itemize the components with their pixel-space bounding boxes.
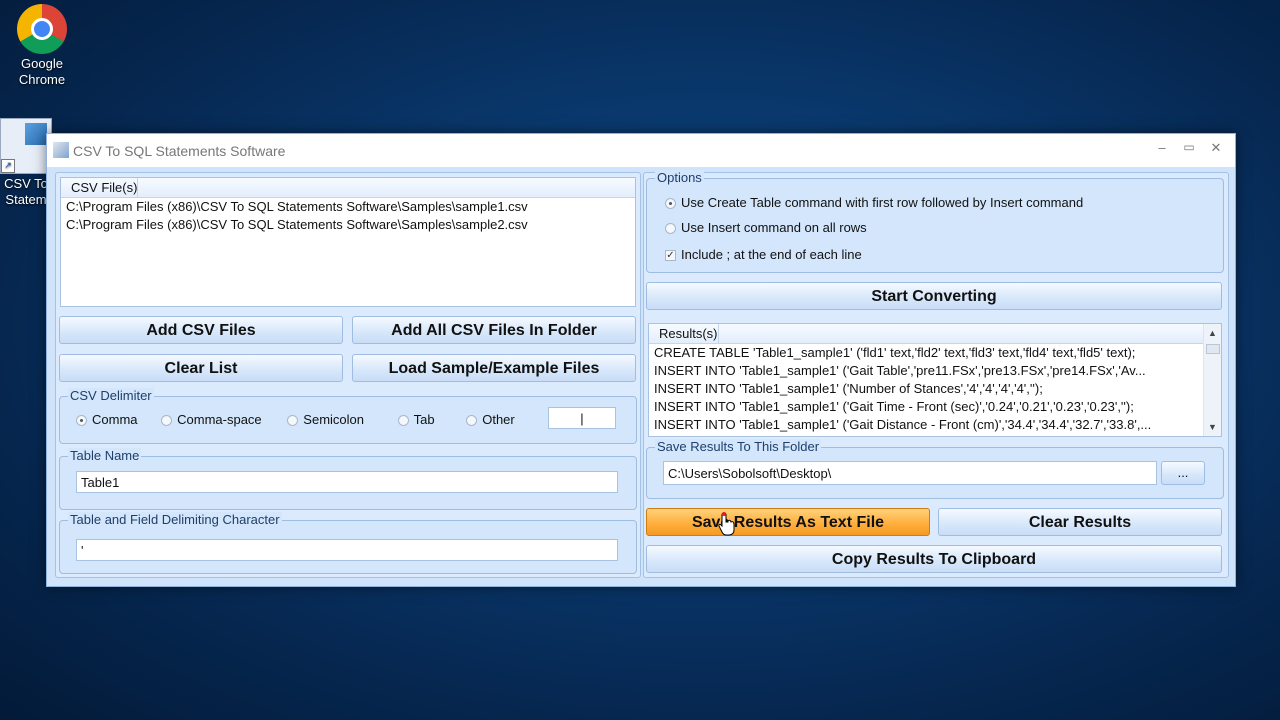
radio-label: Comma (92, 412, 138, 427)
radio-icon (665, 223, 676, 235)
field-delimiting-legend: Table and Field Delimiting Character (68, 512, 282, 527)
result-line[interactable]: INSERT INTO 'Table1_sample1' ('Gait Time… (649, 398, 1221, 416)
desktop-icon-label: Statem (5, 192, 47, 207)
radio-label: Use Create Table command with first row … (681, 195, 1084, 210)
radio-selected-icon (665, 198, 676, 210)
browse-folder-button[interactable]: ... (1161, 461, 1205, 485)
radio-icon (466, 415, 478, 427)
scroll-thumb[interactable] (1206, 344, 1220, 354)
radio-icon (161, 415, 173, 427)
radio-icon (397, 415, 409, 427)
scroll-up-icon[interactable]: ▲ (1208, 328, 1217, 338)
result-line[interactable]: CREATE TABLE 'Table1_sample1' ('fld1' te… (649, 344, 1221, 362)
results-scrollbar[interactable]: ▲ ▼ (1203, 324, 1221, 436)
scroll-down-icon[interactable]: ▼ (1208, 422, 1217, 432)
result-line[interactable]: INSERT INTO 'Table1_sample1' ('Number of… (649, 380, 1221, 398)
results-list[interactable]: Results(s) CREATE TABLE 'Table1_sample1'… (648, 323, 1222, 437)
delimiter-other-radio[interactable]: Other (466, 412, 515, 427)
delimiter-semicolon-radio[interactable]: Semicolon (287, 412, 364, 427)
window-title: CSV To SQL Statements Software (73, 143, 286, 159)
csv-file-list[interactable]: CSV File(s) C:\Program Files (x86)\CSV T… (60, 177, 636, 307)
desktop-icon-label: Chrome (18, 72, 66, 87)
radio-label: Comma-space (177, 412, 262, 427)
minimize-button[interactable]: – (1152, 140, 1172, 155)
delimiter-comma-radio[interactable]: Comma (76, 412, 138, 427)
csv-delimiter-legend: CSV Delimiter (68, 388, 154, 403)
add-csv-files-button[interactable]: Add CSV Files (59, 316, 343, 344)
options-group: Options Use Create Table command with fi… (646, 170, 1224, 273)
csv-delimiter-group: CSV Delimiter Comma Comma-space Semicolo… (59, 388, 637, 444)
app-title-icon (53, 142, 69, 158)
radio-selected-icon (76, 415, 87, 427)
save-folder-group: Save Results To This Folder C:\Users\Sob… (646, 439, 1224, 499)
copy-results-button[interactable]: Copy Results To Clipboard (646, 545, 1222, 573)
field-delimiting-group: Table and Field Delimiting Character ' (59, 512, 637, 574)
radio-icon (287, 415, 299, 427)
maximize-button[interactable]: ▭ (1179, 140, 1199, 154)
radio-label: Semicolon (303, 412, 364, 427)
clear-list-button[interactable]: Clear List (59, 354, 343, 382)
checkbox-label: Include ; at the end of each line (681, 247, 862, 262)
radio-label: Use Insert command on all rows (681, 220, 867, 235)
chrome-logo-icon (17, 4, 67, 54)
desktop-icon-label: CSV To (4, 176, 48, 191)
desktop-icon-chrome[interactable]: Google Chrome (6, 0, 78, 88)
include-semicolon-checkbox[interactable]: ✓ Include ; at the end of each line (665, 247, 862, 262)
add-all-csv-files-button[interactable]: Add All CSV Files In Folder (352, 316, 636, 344)
radio-label: Other (482, 412, 515, 427)
app-window: CSV To SQL Statements Software – ▭ ✕ CSV… (46, 133, 1236, 587)
desktop-icon-label: Google (21, 56, 63, 71)
create-table-radio[interactable]: Use Create Table command with first row … (665, 195, 1083, 210)
title-bar[interactable]: CSV To SQL Statements Software – ▭ ✕ (47, 134, 1235, 167)
start-converting-button[interactable]: Start Converting (646, 282, 1222, 310)
delimiter-comma-space-radio[interactable]: Comma-space (161, 412, 262, 427)
table-name-group: Table Name Table1 (59, 448, 637, 510)
csv-file-list-header[interactable]: CSV File(s) (61, 178, 635, 198)
desktop-icon-csv-to-sql[interactable]: ↗ CSV To Statem (0, 118, 52, 208)
save-folder-legend: Save Results To This Folder (655, 439, 822, 454)
shortcut-arrow-icon: ↗ (1, 159, 15, 173)
options-legend: Options (655, 170, 704, 185)
other-delimiter-input[interactable]: | (548, 407, 616, 429)
result-line[interactable]: INSERT INTO 'Table1_sample1' ('Gait Dist… (649, 416, 1221, 434)
radio-label: Tab (413, 412, 435, 427)
insert-only-radio[interactable]: Use Insert command on all rows (665, 220, 867, 235)
hand-cursor-icon (718, 512, 735, 536)
field-delimiting-input[interactable]: ' (76, 539, 618, 561)
list-item[interactable]: C:\Program Files (x86)\CSV To SQL Statem… (61, 216, 635, 234)
csv-to-sql-app-icon: ↗ (0, 118, 52, 174)
save-folder-input[interactable]: C:\Users\Sobolsoft\Desktop\ (663, 461, 1157, 485)
list-item[interactable]: C:\Program Files (x86)\CSV To SQL Statem… (61, 198, 635, 216)
save-results-button[interactable]: Save Results As Text File (646, 508, 930, 536)
clear-results-button[interactable]: Clear Results (938, 508, 1222, 536)
close-button[interactable]: ✕ (1206, 140, 1226, 156)
results-list-header[interactable]: Results(s) (649, 324, 1204, 344)
table-name-input[interactable]: Table1 (76, 471, 618, 493)
delimiter-tab-radio[interactable]: Tab (397, 412, 435, 427)
left-panel: CSV File(s) C:\Program Files (x86)\CSV T… (55, 172, 641, 578)
delimiter-options: Comma Comma-space Semicolon Tab Other (76, 412, 535, 427)
load-sample-files-button[interactable]: Load Sample/Example Files (352, 354, 636, 382)
result-line[interactable]: INSERT INTO 'Table1_sample1' ('Gait Tabl… (649, 362, 1221, 380)
table-name-legend: Table Name (68, 448, 142, 463)
checkbox-checked-icon: ✓ (665, 250, 676, 262)
